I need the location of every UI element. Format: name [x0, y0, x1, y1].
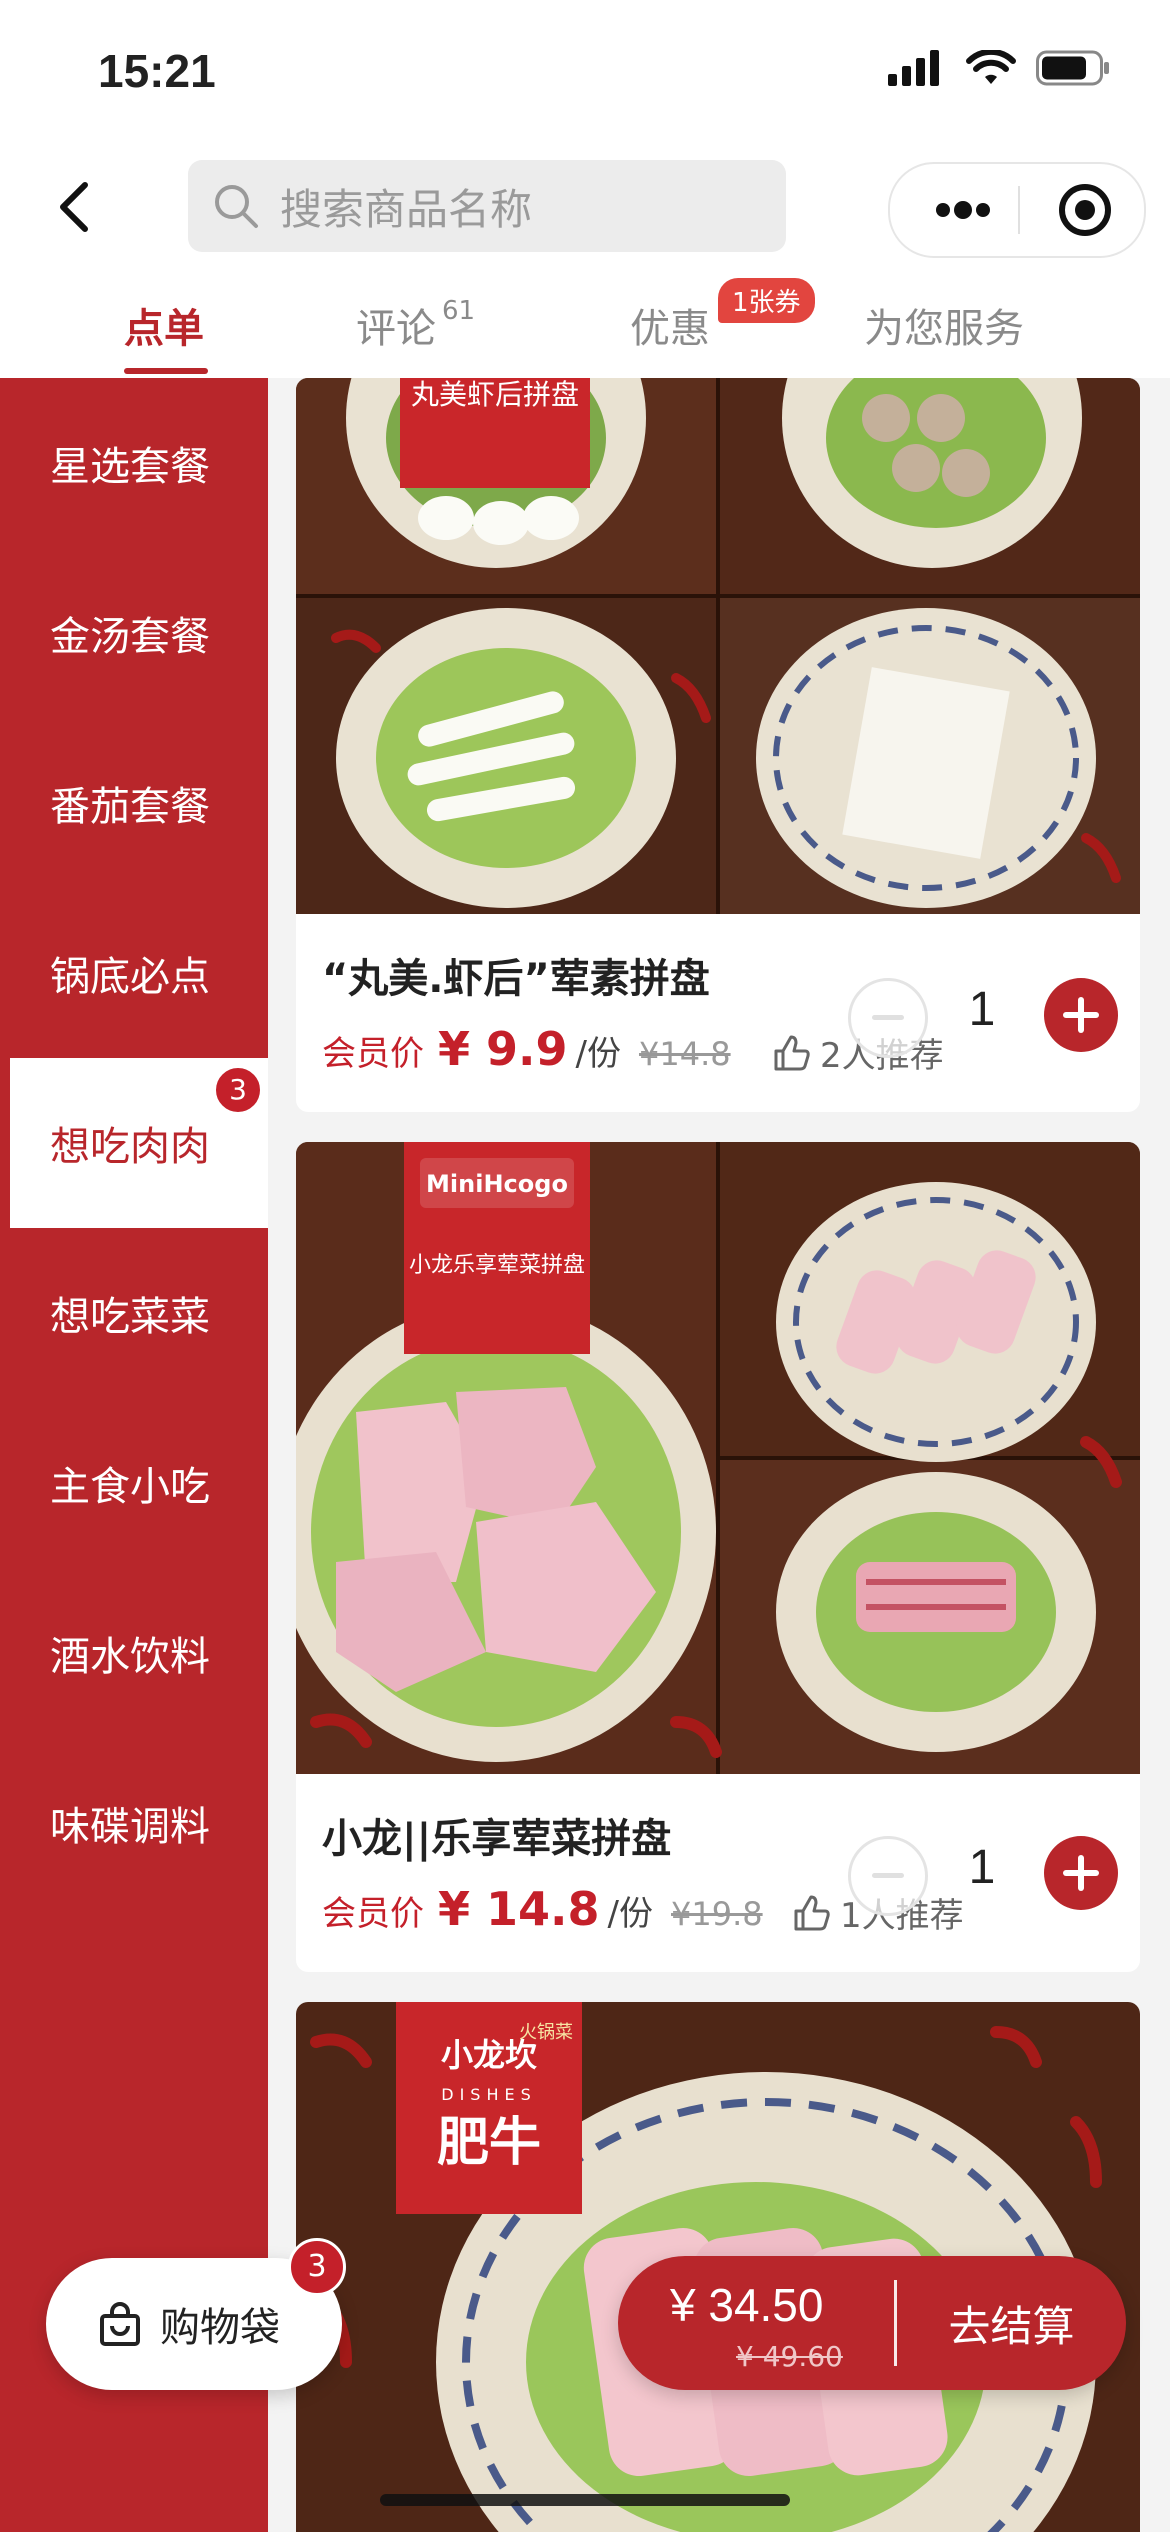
minus-icon	[872, 1873, 904, 1878]
plus-icon	[1063, 1855, 1099, 1891]
price-row: 会员价 ¥ 9.9 /份 ¥14.8	[322, 1022, 731, 1076]
battery-icon	[1036, 50, 1109, 86]
category-label: 味碟调料	[50, 1804, 210, 1850]
mini-program-capsule	[888, 162, 1146, 258]
cellular-signal-icon	[888, 50, 939, 86]
category-item[interactable]: 金汤套餐	[0, 548, 268, 718]
product-image-banner: 丸美虾后拼盘	[411, 378, 579, 411]
cart-original-total: ¥ 49.60	[736, 2340, 843, 2373]
target-icon	[1059, 184, 1111, 236]
price-unit: /份	[575, 1034, 621, 1074]
member-price: ¥ 9.9	[438, 1022, 568, 1076]
category-item[interactable]: 主食小吃	[0, 1398, 268, 1568]
tab-active-indicator	[124, 368, 208, 374]
product-image-brand: MiniHcogo	[426, 1170, 568, 1198]
tab-order-label: 点单	[124, 306, 204, 352]
tab-discounts-label: 优惠	[630, 306, 710, 352]
price-row: 会员价 ¥ 14.8 /份 ¥19.8	[322, 1882, 763, 1936]
home-indicator	[380, 2494, 790, 2506]
category-item[interactable]: 想吃菜菜	[0, 1228, 268, 1398]
product-image: MiniHcogo 小龙乐享荤菜拼盘	[296, 1142, 1140, 1774]
cart-count-badge: 3	[288, 2238, 346, 2296]
decrease-quantity-button[interactable]	[848, 978, 928, 1058]
search-icon	[210, 180, 262, 232]
member-price: ¥ 14.8	[438, 1882, 600, 1936]
coupon-badge: 1张券	[718, 278, 815, 323]
minus-icon	[872, 1015, 904, 1020]
product-name: “丸美.虾后”荤素拼盘	[322, 956, 710, 1002]
wifi-icon	[966, 50, 1016, 84]
thumbs-up-icon	[794, 1895, 830, 1930]
product-image-sub: DISHES	[441, 2085, 537, 2104]
member-price-label: 会员价	[322, 1034, 424, 1074]
category-item[interactable]: 番茄套餐	[0, 718, 268, 888]
category-sidebar: 星选套餐 金汤套餐 番茄套餐 锅底必点 想吃肉肉 3 想吃菜菜 主食小吃 酒水饮…	[0, 378, 268, 2532]
category-item[interactable]: 星选套餐	[0, 378, 268, 548]
decrease-quantity-button[interactable]	[848, 1836, 928, 1916]
price-unit: /份	[607, 1894, 653, 1934]
status-bar: 15:21	[0, 0, 1170, 150]
product-image-tag: 火锅菜	[519, 2022, 573, 2043]
increase-quantity-button[interactable]	[1044, 978, 1118, 1052]
product-name: 小龙||乐享荤菜拼盘	[322, 1816, 672, 1862]
close-button[interactable]	[1040, 164, 1130, 256]
product-image-banner: 小龙乐享荤菜拼盘	[409, 1253, 585, 1278]
category-label: 番茄套餐	[50, 784, 210, 830]
category-label: 主食小吃	[50, 1464, 210, 1510]
tab-reviews[interactable]: 评论 61	[356, 296, 475, 354]
product-image: 丸美虾后拼盘	[296, 378, 1140, 914]
category-label: 星选套餐	[50, 444, 210, 490]
more-button[interactable]	[918, 164, 1008, 256]
category-count-badge: 3	[214, 1066, 262, 1114]
tab-bar: 点单 评论 61 优惠 1张券 为您服务	[0, 268, 1170, 378]
category-label: 想吃肉肉	[50, 1124, 210, 1170]
member-price-label: 会员价	[322, 1894, 424, 1934]
tab-discounts[interactable]: 优惠	[630, 296, 710, 354]
category-item-active[interactable]: 想吃肉肉 3	[10, 1058, 268, 1228]
nav-bar: 搜索商品名称	[0, 150, 1170, 268]
category-label: 锅底必点	[50, 954, 210, 1000]
status-time: 15:21	[98, 45, 216, 97]
category-item[interactable]: 味碟调料	[0, 1738, 268, 1908]
cart-total: ¥ 34.50	[670, 2279, 824, 2331]
checkout-bar: ¥ 34.50 ¥ 49.60 去结算	[618, 2256, 1126, 2390]
search-input[interactable]: 搜索商品名称	[188, 160, 786, 252]
original-price: ¥19.8	[671, 1895, 763, 1933]
original-price: ¥14.8	[638, 1035, 731, 1073]
search-placeholder: 搜索商品名称	[280, 184, 533, 234]
thumbs-up-icon	[774, 1035, 810, 1070]
plus-icon	[1063, 997, 1099, 1033]
category-item[interactable]: 锅底必点	[0, 888, 268, 1058]
category-label: 金汤套餐	[50, 614, 210, 660]
tab-order[interactable]: 点单	[124, 296, 204, 354]
more-dots-icon	[936, 201, 990, 219]
tab-reviews-label: 评论	[356, 306, 436, 352]
category-label: 酒水饮料	[50, 1634, 210, 1680]
shopping-bag-icon	[100, 2302, 140, 2346]
tab-services-label: 为您服务	[864, 306, 1024, 352]
status-icons	[888, 50, 1112, 86]
quantity-value: 1	[968, 1841, 996, 1894]
quantity-value: 1	[968, 983, 996, 1036]
increase-quantity-button[interactable]	[1044, 1836, 1118, 1910]
chevron-left-icon	[60, 182, 88, 232]
category-label: 想吃菜菜	[50, 1294, 210, 1340]
category-item[interactable]: 酒水饮料	[0, 1568, 268, 1738]
tab-reviews-count: 61	[442, 296, 476, 326]
back-button[interactable]	[40, 172, 110, 242]
product-card[interactable]: 丸美虾后拼盘 “丸美.虾后”荤素拼盘 会员价 ¥ 9.9 /份 ¥14.8 2人…	[296, 378, 1140, 1112]
capsule-divider	[1018, 186, 1020, 234]
checkout-button[interactable]: 去结算	[897, 2256, 1126, 2390]
shopping-bag-label: 购物袋	[160, 2305, 280, 2351]
product-image-banner: 肥牛	[437, 2112, 541, 2173]
tab-services[interactable]: 为您服务	[864, 296, 1024, 354]
product-card[interactable]: MiniHcogo 小龙乐享荤菜拼盘 小龙||乐享荤菜拼盘 会员价 ¥ 14.8…	[296, 1142, 1140, 1972]
